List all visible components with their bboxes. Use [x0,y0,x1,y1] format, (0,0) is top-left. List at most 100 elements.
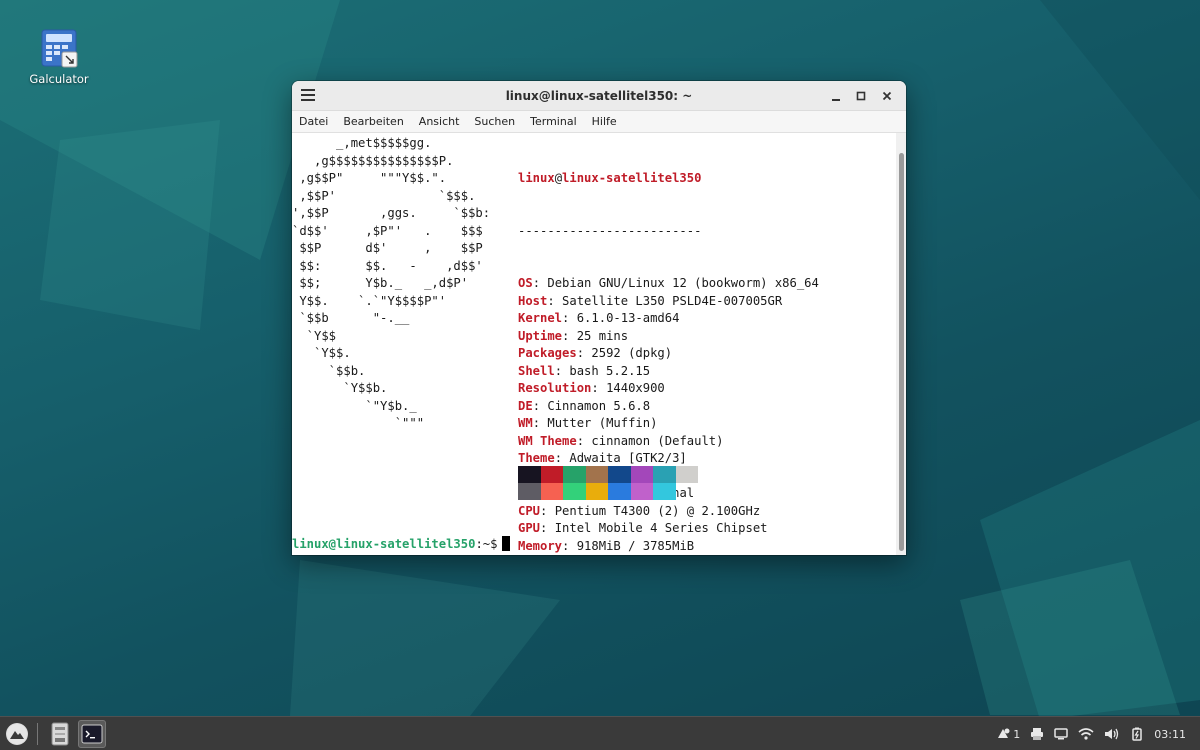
info-key: Host [518,293,548,308]
notification-count: 1 [1013,727,1021,741]
info-separator: : [540,503,555,518]
desktop-icon-galculator[interactable]: Galculator [22,28,96,86]
info-separator: : [562,311,577,325]
info-separator: : [554,363,570,378]
info-value: Satellite L350 PSLD4E-007005GR [562,293,783,308]
info-line: WM: Mutter (Muffin) [518,415,819,433]
notifications-tray[interactable]: 1 [996,727,1020,741]
palette-swatch [653,483,676,500]
menu-bearbeiten[interactable]: Bearbeiten [343,115,403,128]
close-icon[interactable] [879,88,895,104]
info-value: 918MiB / 3785MiB [576,538,695,553]
info-key: Packages [518,346,577,360]
logo-line: ,$$P' `$$$. [292,188,476,203]
info-value: 6.1.0-13-amd64 [576,311,680,325]
info-value: 2592 (dpkg) [591,346,673,360]
info-separator: : [576,433,592,448]
info-separator: : [576,346,592,360]
desktop-icon-label: Galculator [29,72,89,86]
info-line: Shell: bash 5.2.15 [518,363,819,381]
logo-line: `"Y$b._ [292,398,417,413]
logo-line: `d$$' ,$P"' . $$$ [292,223,483,238]
info-separator: : [532,276,548,290]
palette-swatch [653,466,676,483]
logo-line: $$; Y$b._ _,d$P' [292,276,469,290]
info-value: Adwaita [GTK2/3] [569,451,687,465]
palette-swatch [563,466,586,483]
text-cursor [502,536,511,551]
info-divider: ------------------------- [518,223,702,238]
minimize-icon[interactable] [828,88,844,104]
info-separator: : [562,538,577,553]
maximize-icon[interactable] [853,88,869,104]
info-line: Memory: 918MiB / 3785MiB [518,538,819,556]
terminal-icon[interactable] [78,720,106,748]
logo-line: $$: $$. - ,d$$' [292,258,483,273]
info-key: Shell [518,363,555,378]
start-menu-icon[interactable] [6,723,28,745]
menu-terminal[interactable]: Terminal [530,115,577,128]
display-icon[interactable] [1054,727,1069,741]
info-line: Theme: Adwaita [GTK2/3] [518,450,819,468]
info-at: @ [554,171,563,185]
logo-line: ,g$$$$$$$$$$$$$$$P. [292,153,454,168]
palette-swatch [630,466,653,483]
palette-row-bright [518,483,698,500]
info-key: Uptime [518,328,563,343]
info-value: Cinnamon 5.6.8 [547,398,651,413]
info-line: OS: Debian GNU/Linux 12 (bookworm) x86_6… [518,275,819,293]
logo-line: `Y$$ [292,328,337,343]
info-lines: OS: Debian GNU/Linux 12 (bookworm) x86_6… [518,275,819,555]
logo-line: `""" [292,416,425,430]
scrollbar-thumb[interactable] [899,153,904,551]
battery-icon[interactable] [1130,727,1144,741]
volume-icon[interactable] [1104,727,1120,741]
info-separator: : [532,398,548,413]
info-line: WM Theme: cinnamon (Default) [518,433,819,451]
info-value: 25 mins [576,328,629,343]
logo-line: `$$b. [292,363,366,378]
info-key: DE [518,398,533,413]
info-separator: : [554,451,570,465]
logo-line: Y$$. `.`"Y$$$$P"' [292,293,447,308]
color-palette [518,466,698,500]
info-key: WM [518,416,533,430]
palette-swatch [675,466,698,483]
info-value: 1440x900 [606,381,665,395]
menu-ansicht[interactable]: Ansicht [419,115,460,128]
info-value: Intel Mobile 4 Series Chipset [554,521,768,535]
palette-swatch [518,483,541,500]
info-line: CPU: Pentium T4300 (2) @ 2.100GHz [518,503,819,521]
menu-datei[interactable]: Datei [299,115,328,128]
palette-swatch [585,483,608,500]
printer-icon[interactable] [1030,727,1044,741]
info-line: Packages: 2592 (dpkg) [518,345,819,363]
info-separator: : [591,381,607,395]
menu-hilfe[interactable]: Hilfe [592,115,617,128]
prompt-suffix: :~$ [475,537,498,551]
info-separator: : [547,293,563,308]
info-separator: : [562,328,577,343]
logo-line: `Y$$. [292,346,351,360]
info-key: Memory [518,538,563,553]
window-titlebar[interactable]: linux@linux-satellitel350: ~ [292,81,906,111]
panel-separator [37,723,38,745]
notification-icon [998,728,1010,738]
clock[interactable]: 03:11 [1154,728,1186,741]
terminal-window[interactable]: linux@linux-satellitel350: ~ Datei Bearb… [292,81,906,555]
info-line: Resolution: 1440x900 [518,380,819,398]
info-value: cinnamon (Default) [591,433,724,448]
info-value: Pentium T4300 (2) @ 2.100GHz [554,503,761,518]
menu-suchen[interactable]: Suchen [474,115,515,128]
wifi-icon[interactable] [1078,727,1094,741]
info-key: WM Theme [518,433,577,448]
info-line: Uptime: 25 mins [518,328,819,346]
terminal-output[interactable]: _,met$$$$$gg. ,g$$$$$$$$$$$$$$$P. ,g$$P"… [292,133,896,555]
info-key: Kernel [518,311,563,325]
terminal-scrollbar[interactable] [896,133,906,555]
palette-swatch [630,483,653,500]
files-icon[interactable] [46,720,74,748]
info-value: bash 5.2.15 [569,363,651,378]
info-separator: : [540,521,555,535]
shell-prompt[interactable]: linux@linux-satellitel350:~$ [292,536,511,554]
